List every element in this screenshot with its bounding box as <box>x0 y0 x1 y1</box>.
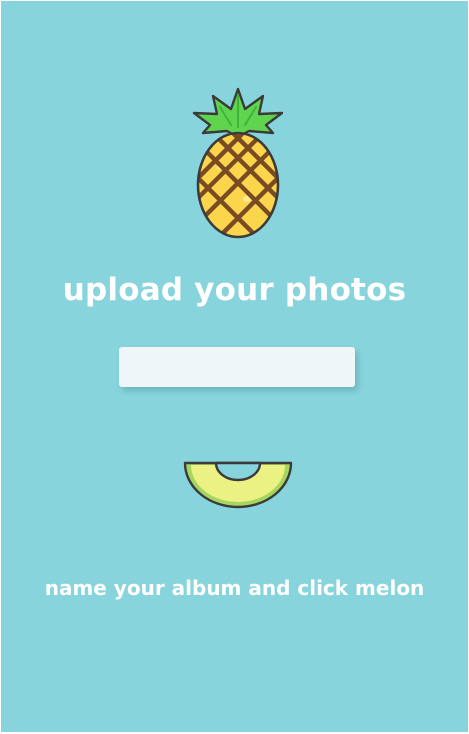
melon-submit-button[interactable] <box>182 460 294 510</box>
page-title: upload your photos <box>62 272 407 308</box>
pineapple-icon <box>192 87 284 239</box>
album-name-input[interactable] <box>119 347 355 387</box>
melon-icon <box>183 461 293 509</box>
instructions-text: name your album and click melon <box>44 576 425 600</box>
upload-screen: upload your photos name your album and c… <box>1 1 468 732</box>
